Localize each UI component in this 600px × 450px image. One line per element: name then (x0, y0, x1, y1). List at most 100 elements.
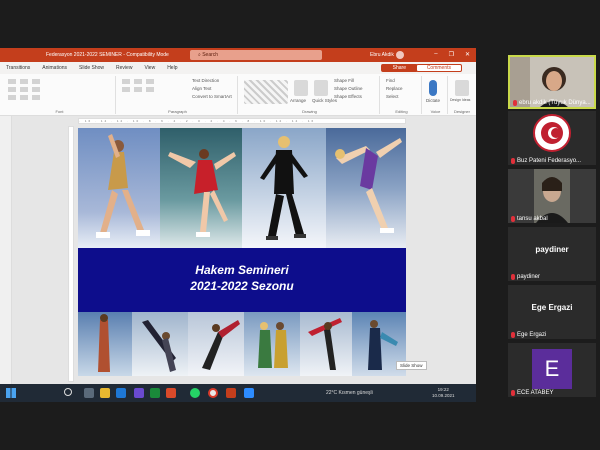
file-name: Federasyon 2021-2022 SEMINER - Compatibi… (46, 52, 169, 58)
participant-name: Buz Pateni Federasyo... (511, 158, 581, 164)
tab-slide-show[interactable]: Slide Show (79, 65, 104, 71)
text-direction-button[interactable]: Text Direction (192, 78, 219, 83)
dictate-button[interactable]: Dictate (426, 98, 440, 103)
convert-smartart-button[interactable]: Convert to SmartArt (192, 94, 232, 99)
slide-canvas[interactable]: Hakem Semineri 2021-2022 Sezonu (78, 128, 406, 376)
user-avatar[interactable] (396, 51, 404, 59)
office-icon[interactable] (166, 388, 176, 398)
designer-group: Design Ideas Designer (450, 76, 474, 114)
paragraph-group: Text Direction Align Text Convert to Sma… (118, 76, 238, 114)
skater-photo-1 (78, 128, 160, 248)
title-bar: Federasyon 2021-2022 SEMINER - Compatibi… (0, 48, 476, 62)
pairs-photo-2 (132, 312, 188, 376)
replace-button[interactable]: Replace (386, 86, 403, 91)
whatsapp-icon[interactable] (190, 388, 200, 398)
microphone-icon[interactable] (429, 80, 437, 96)
tab-view[interactable]: View (144, 65, 155, 71)
participant-name: tansu akbal (511, 216, 548, 222)
powerpoint-icon[interactable] (226, 388, 236, 398)
participant-tile[interactable]: E ECE ATABEY (508, 343, 596, 397)
federation-logo (508, 111, 596, 165)
design-ideas-button[interactable]: Design Ideas (450, 98, 470, 102)
zoom-icon[interactable] (244, 388, 254, 398)
participant-tile[interactable]: paydiner paydiner (508, 227, 596, 281)
mic-muted-icon (511, 158, 515, 164)
select-button[interactable]: Select (386, 94, 399, 99)
participant-tile[interactable]: ebru akdik (Tüyuk Dünya... (508, 55, 596, 109)
search-taskbar-icon[interactable] (64, 388, 72, 396)
shape-fill-button[interactable]: Shape Fill (334, 78, 354, 83)
clock[interactable]: 19:22 10.09.2021 (432, 387, 455, 399)
skater-figure-1 (96, 134, 150, 238)
participant-name: Ege Ergazi (511, 332, 546, 338)
pairs-photo-3 (188, 312, 244, 376)
mic-muted-icon (513, 100, 517, 106)
participant-display-name: Ege Ergazi (531, 303, 573, 312)
skater-photo-3 (242, 128, 326, 248)
skater-photo-4 (326, 128, 406, 248)
comments-button[interactable]: Comments (415, 64, 462, 72)
mail-icon[interactable] (116, 388, 126, 398)
slide-title-line-1: Hakem Semineri (195, 263, 289, 277)
mic-muted-icon (511, 332, 515, 338)
shapes-gallery[interactable] (244, 80, 288, 104)
arrange-button[interactable]: Arrange (290, 98, 306, 103)
ribbon: Font Text Direction Align Text Convert t… (0, 74, 476, 116)
minimize-icon[interactable]: – (434, 51, 437, 58)
slide-editor[interactable]: · 16 · 14 · 12 · 10 · 8 · 6 · 4 · 2 · 0 … (0, 116, 476, 386)
align-buttons[interactable] (122, 87, 172, 92)
editing-group-label: Editing (395, 109, 408, 114)
participant-tile[interactable]: tansu akbal (508, 169, 596, 223)
pairs-photo-4 (244, 312, 300, 376)
tab-review[interactable]: Review (116, 65, 132, 71)
skater-figure-3 (260, 136, 308, 240)
search-box[interactable]: ⌕ Search (190, 50, 322, 60)
pairs-photo-1 (78, 312, 132, 376)
windows-start-icon[interactable] (6, 388, 16, 398)
share-button[interactable]: Share (380, 64, 418, 72)
tab-transitions[interactable]: Transitions (6, 65, 30, 71)
clock-date: 10.09.2021 (432, 393, 455, 398)
paragraph-group-label: Paragraph (168, 109, 187, 114)
window-controls: – ❐ ✕ (434, 51, 470, 58)
drawing-group-label: Drawing (302, 109, 317, 114)
font-name-box[interactable] (8, 79, 111, 84)
shape-outline-button[interactable]: Shape Outline (334, 86, 363, 91)
designer-group-label: Designer (453, 109, 470, 114)
mic-muted-icon (511, 216, 515, 222)
user-name: Ebru Akdik (370, 52, 394, 58)
quick-styles-icon[interactable] (314, 80, 328, 96)
tab-animations[interactable]: Animations (42, 65, 67, 71)
file-explorer-icon[interactable] (100, 388, 110, 398)
list-buttons[interactable] (122, 79, 172, 84)
font-color-buttons[interactable] (8, 95, 111, 100)
thumbnail-pane-collapsed[interactable] (0, 116, 12, 386)
arrange-icon[interactable] (294, 80, 308, 96)
find-button[interactable]: Find (386, 78, 395, 83)
taskbar: 22°C Kısmen güneşli 19:22 10.09.2021 (0, 384, 476, 402)
task-view-icon[interactable] (84, 388, 94, 398)
shape-effects-button[interactable]: Shape Effects (334, 94, 362, 99)
weather-widget[interactable]: 22°C Kısmen güneşli (326, 390, 373, 396)
participant-tile[interactable]: Ege Ergazi Ege Ergazi (508, 285, 596, 339)
teams-icon[interactable] (134, 388, 144, 398)
title-banner[interactable]: Hakem Semineri 2021-2022 Sezonu (78, 248, 406, 312)
font-format-buttons[interactable] (8, 87, 111, 92)
participant-name: ECE ATABEY (511, 390, 553, 396)
close-icon[interactable]: ✕ (465, 51, 470, 58)
powerpoint-window: Federasyon 2021-2022 SEMINER - Compatibi… (0, 48, 476, 402)
participant-tile[interactable]: Buz Pateni Federasyo... (508, 111, 596, 165)
vertical-ruler (68, 126, 74, 382)
font-group: Font (4, 76, 116, 114)
design-ideas-icon[interactable] (455, 80, 469, 96)
pairs-photo-5 (300, 312, 352, 376)
excel-icon[interactable] (150, 388, 160, 398)
restore-icon[interactable]: ❐ (449, 51, 454, 58)
horizontal-ruler: · 16 · 14 · 12 · 10 · 8 · 6 · 4 · 2 · 0 … (78, 118, 406, 124)
slide-show-tooltip: Slide Show (396, 361, 427, 370)
align-text-button[interactable]: Align Text (192, 86, 211, 91)
tab-help[interactable]: Help (167, 65, 177, 71)
voice-group-label: Voice (430, 109, 441, 114)
search-placeholder: Search (202, 52, 219, 58)
chrome-icon[interactable] (208, 388, 218, 398)
